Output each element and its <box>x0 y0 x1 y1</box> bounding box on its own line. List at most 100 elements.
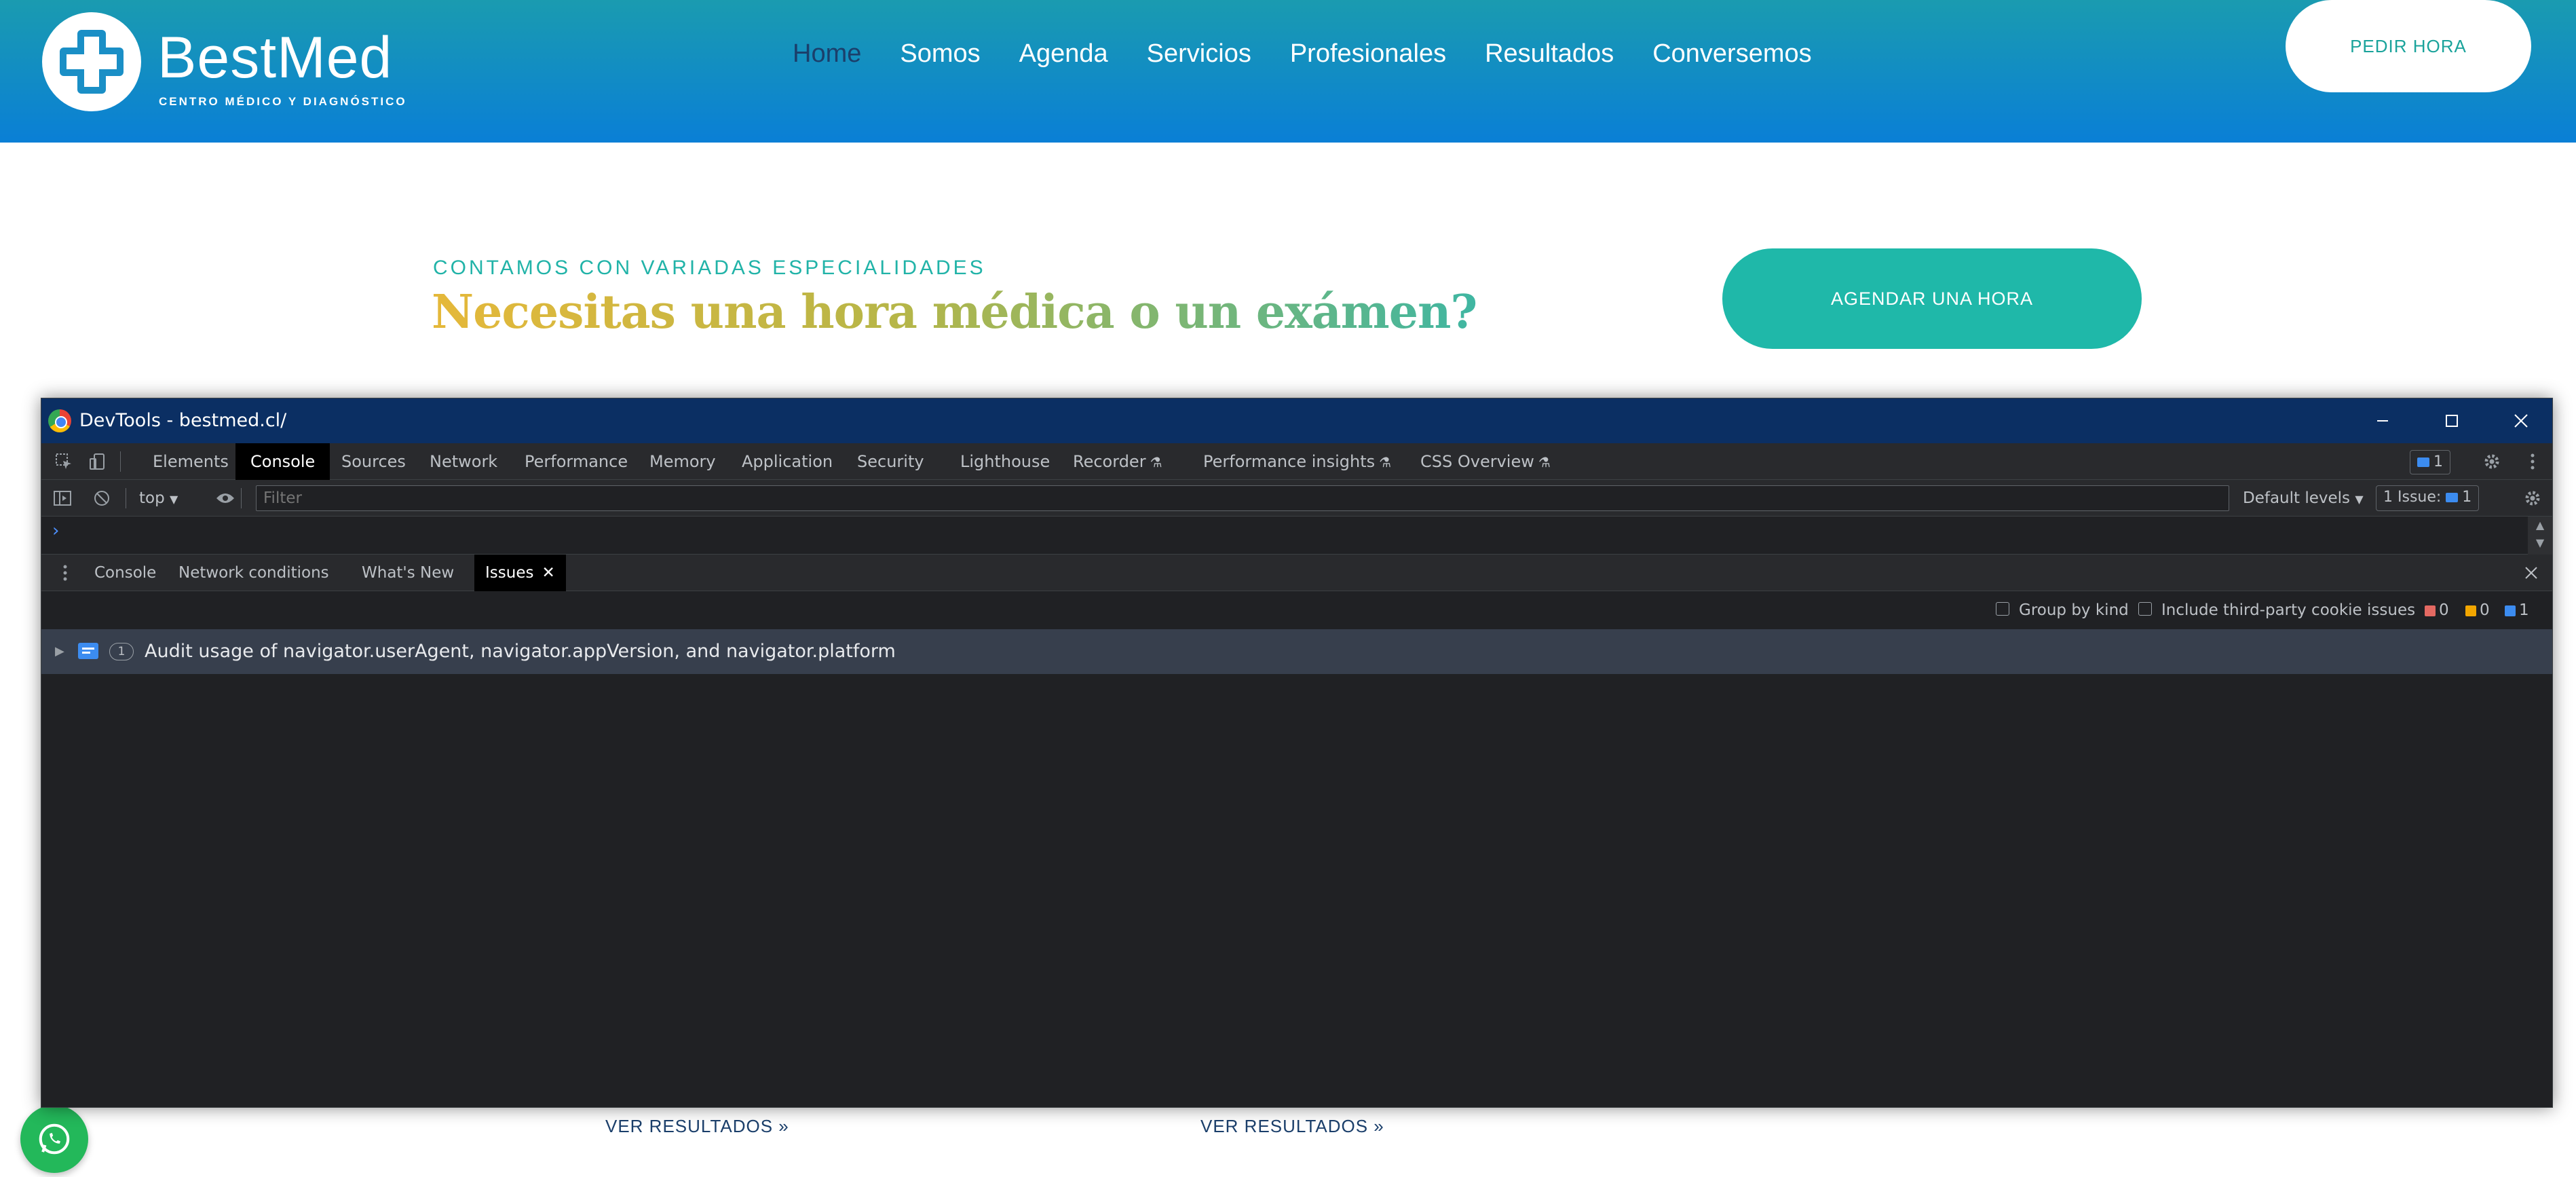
medical-cross-icon <box>42 12 141 111</box>
nav-servicios[interactable]: Servicios <box>1147 37 1251 71</box>
whatsapp-icon <box>39 1123 70 1155</box>
issue-row[interactable]: ▶ 1 Audit usage of navigator.userAgent, … <box>41 629 2552 674</box>
live-expression-eye-icon[interactable] <box>214 487 237 510</box>
tab-css-overview-label: CSS Overview <box>1420 452 1534 471</box>
devtools-titlebar: DevTools - bestmed.cl/ <box>41 398 2552 443</box>
warning-count: 0 <box>2465 591 2490 629</box>
console-settings-gear-icon[interactable] <box>2521 487 2544 510</box>
info-count: 1 <box>2505 591 2529 629</box>
close-drawer-icon[interactable] <box>2520 561 2543 584</box>
message-icon <box>2446 493 2459 502</box>
error-icon <box>2425 605 2436 616</box>
sidebar-toggle-icon[interactable] <box>51 487 74 510</box>
tab-performance-insights[interactable]: Performance insights ⚗ <box>1203 443 1391 480</box>
group-by-kind-checkbox[interactable] <box>1996 602 2009 616</box>
hero-title: Necesitas una hora médica o un exámen? <box>432 285 1477 339</box>
close-window-button[interactable] <box>2487 398 2555 443</box>
maximize-icon <box>2446 415 2458 427</box>
warning-icon <box>2465 605 2476 616</box>
issue-title: Audit usage of navigator.userAgent, navi… <box>145 641 896 662</box>
inspect-element-icon[interactable] <box>52 450 75 473</box>
console-scrollbar[interactable]: ▲ ▼ <box>2528 517 2552 555</box>
nav-agenda[interactable]: Agenda <box>1019 37 1108 71</box>
issues-toolbar: Group by kind Include third-party cookie… <box>41 591 2552 629</box>
nav-resultados[interactable]: Resultados <box>1485 37 1614 71</box>
nav-somos[interactable]: Somos <box>900 37 980 71</box>
log-levels-value: Default levels <box>2243 489 2351 507</box>
console-toolbar: top ▼ Default levels ▼ 1 Issue: 1 <box>41 480 2552 517</box>
tab-performance[interactable]: Performance <box>525 443 628 480</box>
issues-counter-label: 1 Issue: <box>2383 489 2442 506</box>
nav-conversemos[interactable]: Conversemos <box>1652 37 1811 71</box>
third-party-cookie-checkbox[interactable] <box>2138 602 2152 616</box>
tab-console[interactable]: Console <box>235 443 330 480</box>
ver-resultados-link-1[interactable]: VER RESULTADOS » <box>605 1116 789 1137</box>
more-options-icon[interactable] <box>2521 450 2544 473</box>
error-count-value: 0 <box>2439 601 2449 619</box>
brand-name: BestMed <box>157 25 393 90</box>
tab-css-overview[interactable]: CSS Overview ⚗ <box>1420 443 1551 480</box>
issues-counter-count: 1 <box>2462 489 2472 506</box>
flask-icon: ⚗ <box>1538 454 1551 470</box>
log-levels-select[interactable]: Default levels ▼ <box>2243 480 2364 518</box>
tab-security[interactable]: Security <box>857 443 924 480</box>
info-count-value: 1 <box>2519 601 2529 619</box>
tab-elements[interactable]: Elements <box>153 443 229 480</box>
chrome-icon <box>48 409 71 432</box>
minimize-icon <box>2377 420 2388 422</box>
tab-sources[interactable]: Sources <box>341 443 406 480</box>
tab-recorder-label: Recorder <box>1073 452 1146 471</box>
tab-network[interactable]: Network <box>430 443 497 480</box>
close-icon <box>2514 414 2528 428</box>
whatsapp-button[interactable] <box>20 1105 88 1173</box>
dropdown-arrow-icon: ▼ <box>170 493 178 506</box>
tab-memory[interactable]: Memory <box>649 443 716 480</box>
nav-home[interactable]: Home <box>793 37 861 71</box>
dropdown-arrow-icon: ▼ <box>2355 493 2364 506</box>
close-tab-icon[interactable]: ✕ <box>542 564 554 582</box>
drawer-tab-issues[interactable]: Issues ✕ <box>474 555 566 591</box>
site-header: BestMed CENTRO MÉDICO Y DIAGNÓSTICO Home… <box>0 0 2576 143</box>
expand-caret-icon[interactable]: ▶ <box>55 629 64 674</box>
drawer-tab-whats-new[interactable]: What's New <box>362 555 454 591</box>
warning-count-value: 0 <box>2480 601 2490 619</box>
tab-lighthouse[interactable]: Lighthouse <box>960 443 1050 480</box>
nav-profesionales[interactable]: Profesionales <box>1290 37 1446 71</box>
tab-application[interactable]: Application <box>742 443 833 480</box>
issue-occurrence-count: 1 <box>109 643 134 660</box>
bestmed-logo[interactable]: BestMed CENTRO MÉDICO Y DIAGNÓSTICO <box>42 12 422 114</box>
context-value: top <box>139 489 165 507</box>
pedir-hora-button[interactable]: PEDIR HORA <box>2286 0 2531 92</box>
flask-icon: ⚗ <box>1150 454 1162 470</box>
console-filter-input[interactable] <box>256 485 2229 511</box>
agendar-hora-button[interactable]: AGENDAR UNA HORA <box>1722 248 2142 349</box>
drawer-tab-console[interactable]: Console <box>94 555 156 591</box>
device-toolbar-icon[interactable] <box>86 450 109 473</box>
drawer-tab-issues-label: Issues <box>485 564 534 582</box>
minimize-button[interactable] <box>2349 398 2417 443</box>
info-icon <box>2505 605 2516 616</box>
issues-badge[interactable]: 1 <box>2410 450 2450 474</box>
maximize-button[interactable] <box>2418 398 2486 443</box>
devtools-title: DevTools - bestmed.cl/ <box>79 410 287 431</box>
console-output[interactable]: › ▲ ▼ <box>41 517 2552 555</box>
section-kicker: CONTAMOS CON VARIADAS ESPECIALIDADES <box>433 257 986 279</box>
ver-resultados-link-2[interactable]: VER RESULTADOS » <box>1200 1116 1384 1137</box>
drawer-tab-network-conditions[interactable]: Network conditions <box>178 555 329 591</box>
tab-recorder[interactable]: Recorder ⚗ <box>1073 443 1162 480</box>
message-icon <box>2417 457 2429 467</box>
clear-console-icon[interactable] <box>90 487 113 510</box>
drawer-tabs: Console Network conditions What's New Is… <box>41 555 2552 591</box>
flask-icon: ⚗ <box>1379 454 1392 470</box>
drawer-menu-icon[interactable] <box>54 561 77 584</box>
context-select[interactable]: top ▼ <box>139 480 178 518</box>
info-message-icon <box>78 643 98 659</box>
issues-badge-count: 1 <box>2433 453 2443 470</box>
console-prompt-chevron-icon: › <box>52 521 60 541</box>
main-nav: Home Somos Agenda Servicios Profesionale… <box>793 37 1851 71</box>
brand-tagline: CENTRO MÉDICO Y DIAGNÓSTICO <box>159 95 407 108</box>
group-by-kind-label: Group by kind <box>2019 601 2129 619</box>
settings-gear-icon[interactable] <box>2480 450 2503 473</box>
devtools-window: DevTools - bestmed.cl/ Elements Console … <box>41 398 2553 1108</box>
console-issues-counter[interactable]: 1 Issue: 1 <box>2376 485 2480 511</box>
